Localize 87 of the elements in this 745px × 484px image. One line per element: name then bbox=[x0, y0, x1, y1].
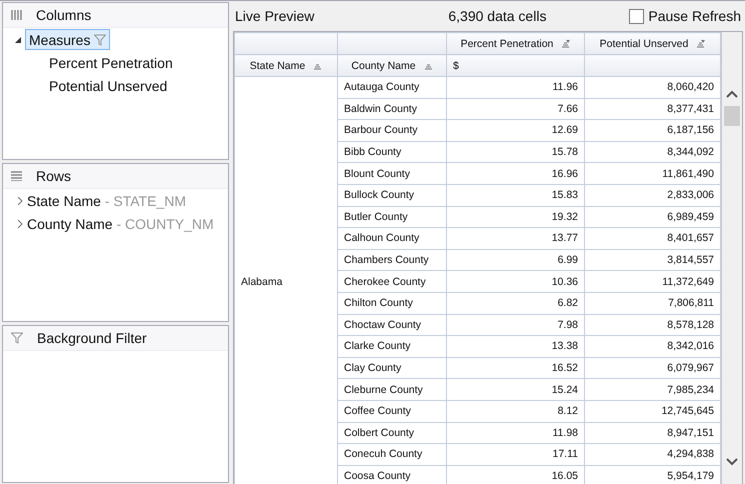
table-cell: 10.36 bbox=[446, 270, 584, 292]
table-cell: 19.32 bbox=[446, 206, 584, 228]
table-cell: 15.24 bbox=[446, 378, 584, 400]
chevron-icon[interactable] bbox=[17, 220, 23, 228]
table-cell: 15.83 bbox=[446, 184, 584, 206]
column-header[interactable]: County Name bbox=[338, 54, 446, 76]
panel-title: Columns bbox=[36, 7, 92, 23]
measures-item[interactable]: Measures bbox=[25, 29, 110, 50]
county-cell: Cherokee County bbox=[338, 270, 446, 292]
preview-title: Live Preview bbox=[235, 8, 314, 24]
row-field-item[interactable]: State Name - STATE_NM bbox=[27, 192, 186, 209]
unit-header: $ bbox=[446, 54, 584, 76]
expanded-triangle-icon[interactable] bbox=[15, 36, 21, 42]
table-cell: 13.77 bbox=[446, 228, 584, 250]
measure-item[interactable]: Potential Unserved bbox=[49, 78, 168, 94]
county-cell: Butler County bbox=[338, 206, 446, 228]
sort-icon[interactable] bbox=[561, 40, 570, 48]
county-cell: Blount County bbox=[338, 162, 446, 184]
filter-icon[interactable] bbox=[94, 34, 106, 46]
table-cell: 11,372,649 bbox=[584, 270, 720, 292]
table-cell: 6,079,967 bbox=[584, 357, 720, 379]
county-cell: Bullock County bbox=[338, 184, 446, 206]
table-cell: 16.52 bbox=[446, 357, 584, 379]
column-header[interactable]: Potential Unserved bbox=[584, 32, 720, 54]
table-cell: 6.82 bbox=[446, 292, 584, 314]
panel-title: Rows bbox=[36, 168, 72, 184]
sort-icon[interactable] bbox=[424, 62, 433, 70]
table-cell: 6,187,156 bbox=[584, 120, 720, 142]
scroll-down-icon[interactable] bbox=[726, 458, 738, 466]
pause-checkbox[interactable] bbox=[629, 8, 644, 24]
sort-icon[interactable] bbox=[696, 40, 706, 48]
table-cell: 11,861,490 bbox=[584, 162, 720, 184]
scroll-up-icon[interactable] bbox=[726, 90, 738, 98]
columns-icon bbox=[11, 10, 22, 20]
rows-icon bbox=[11, 171, 22, 182]
table-cell: 13.38 bbox=[446, 336, 584, 358]
county-cell: Clarke County bbox=[338, 336, 446, 358]
county-cell: Barbour County bbox=[338, 120, 446, 142]
county-cell: Clay County bbox=[338, 357, 446, 379]
chevron-icon[interactable] bbox=[17, 196, 23, 205]
filter-icon bbox=[11, 332, 23, 344]
sort-icon[interactable] bbox=[313, 62, 322, 70]
table-cell: 12,745,645 bbox=[584, 400, 720, 422]
county-cell: Conecuh County bbox=[338, 444, 446, 466]
column-header[interactable]: State Name bbox=[234, 54, 338, 76]
state-cell: Alabama bbox=[234, 76, 338, 484]
county-cell: Chilton County bbox=[338, 292, 446, 314]
county-cell: Autauga County bbox=[338, 76, 446, 98]
table-cell: 8.12 bbox=[446, 400, 584, 422]
table-cell: 12.69 bbox=[446, 120, 584, 142]
table-cell: 8,578,128 bbox=[584, 314, 720, 336]
table-cell: 11.96 bbox=[446, 76, 584, 98]
cell-count: 6,390 data cells bbox=[448, 8, 546, 24]
county-cell: Bibb County bbox=[338, 141, 446, 163]
table-cell: 8,342,016 bbox=[584, 336, 720, 358]
table-cell: 3,814,557 bbox=[584, 249, 720, 271]
table-cell: 8,377,431 bbox=[584, 98, 720, 120]
table-cell: 7.98 bbox=[446, 314, 584, 336]
county-cell: Calhoun County bbox=[338, 228, 446, 250]
table-cell: 16.96 bbox=[446, 162, 584, 184]
county-cell: Chambers County bbox=[338, 249, 446, 271]
panel-title: Background Filter bbox=[37, 330, 147, 346]
county-cell: Coffee County bbox=[338, 400, 446, 422]
table-cell: 2,833,006 bbox=[584, 184, 720, 206]
scroll-thumb[interactable] bbox=[724, 106, 740, 126]
county-cell: Colbert County bbox=[338, 422, 446, 444]
checkbox-label: Pause Refresh bbox=[648, 8, 741, 24]
table-cell: 8,060,420 bbox=[584, 76, 720, 98]
table-cell: 7,806,811 bbox=[584, 292, 720, 314]
county-cell: Choctaw County bbox=[338, 314, 446, 336]
table-cell: 17.11 bbox=[446, 444, 584, 466]
table-cell: 4,294,838 bbox=[584, 444, 720, 466]
table-cell: 15.78 bbox=[446, 141, 584, 163]
table-cell: 8,947,151 bbox=[584, 422, 720, 444]
table-cell: 11.98 bbox=[446, 422, 584, 444]
table-cell: 6.99 bbox=[446, 249, 584, 271]
table-cell: 7,985,234 bbox=[584, 378, 720, 400]
table-cell: 7.66 bbox=[446, 98, 584, 120]
county-cell: Cleburne County bbox=[338, 378, 446, 400]
column-header[interactable]: Percent Penetration bbox=[446, 32, 584, 54]
table-cell: 8,401,657 bbox=[584, 228, 720, 250]
scrollbar[interactable] bbox=[721, 32, 742, 484]
table-cell: 8,344,092 bbox=[584, 141, 720, 163]
table-cell: 6,989,459 bbox=[584, 206, 720, 228]
measure-item[interactable]: Percent Penetration bbox=[49, 54, 173, 70]
county-cell: Baldwin County bbox=[338, 98, 446, 120]
row-field-item[interactable]: County Name - COUNTY_NM bbox=[27, 216, 214, 232]
